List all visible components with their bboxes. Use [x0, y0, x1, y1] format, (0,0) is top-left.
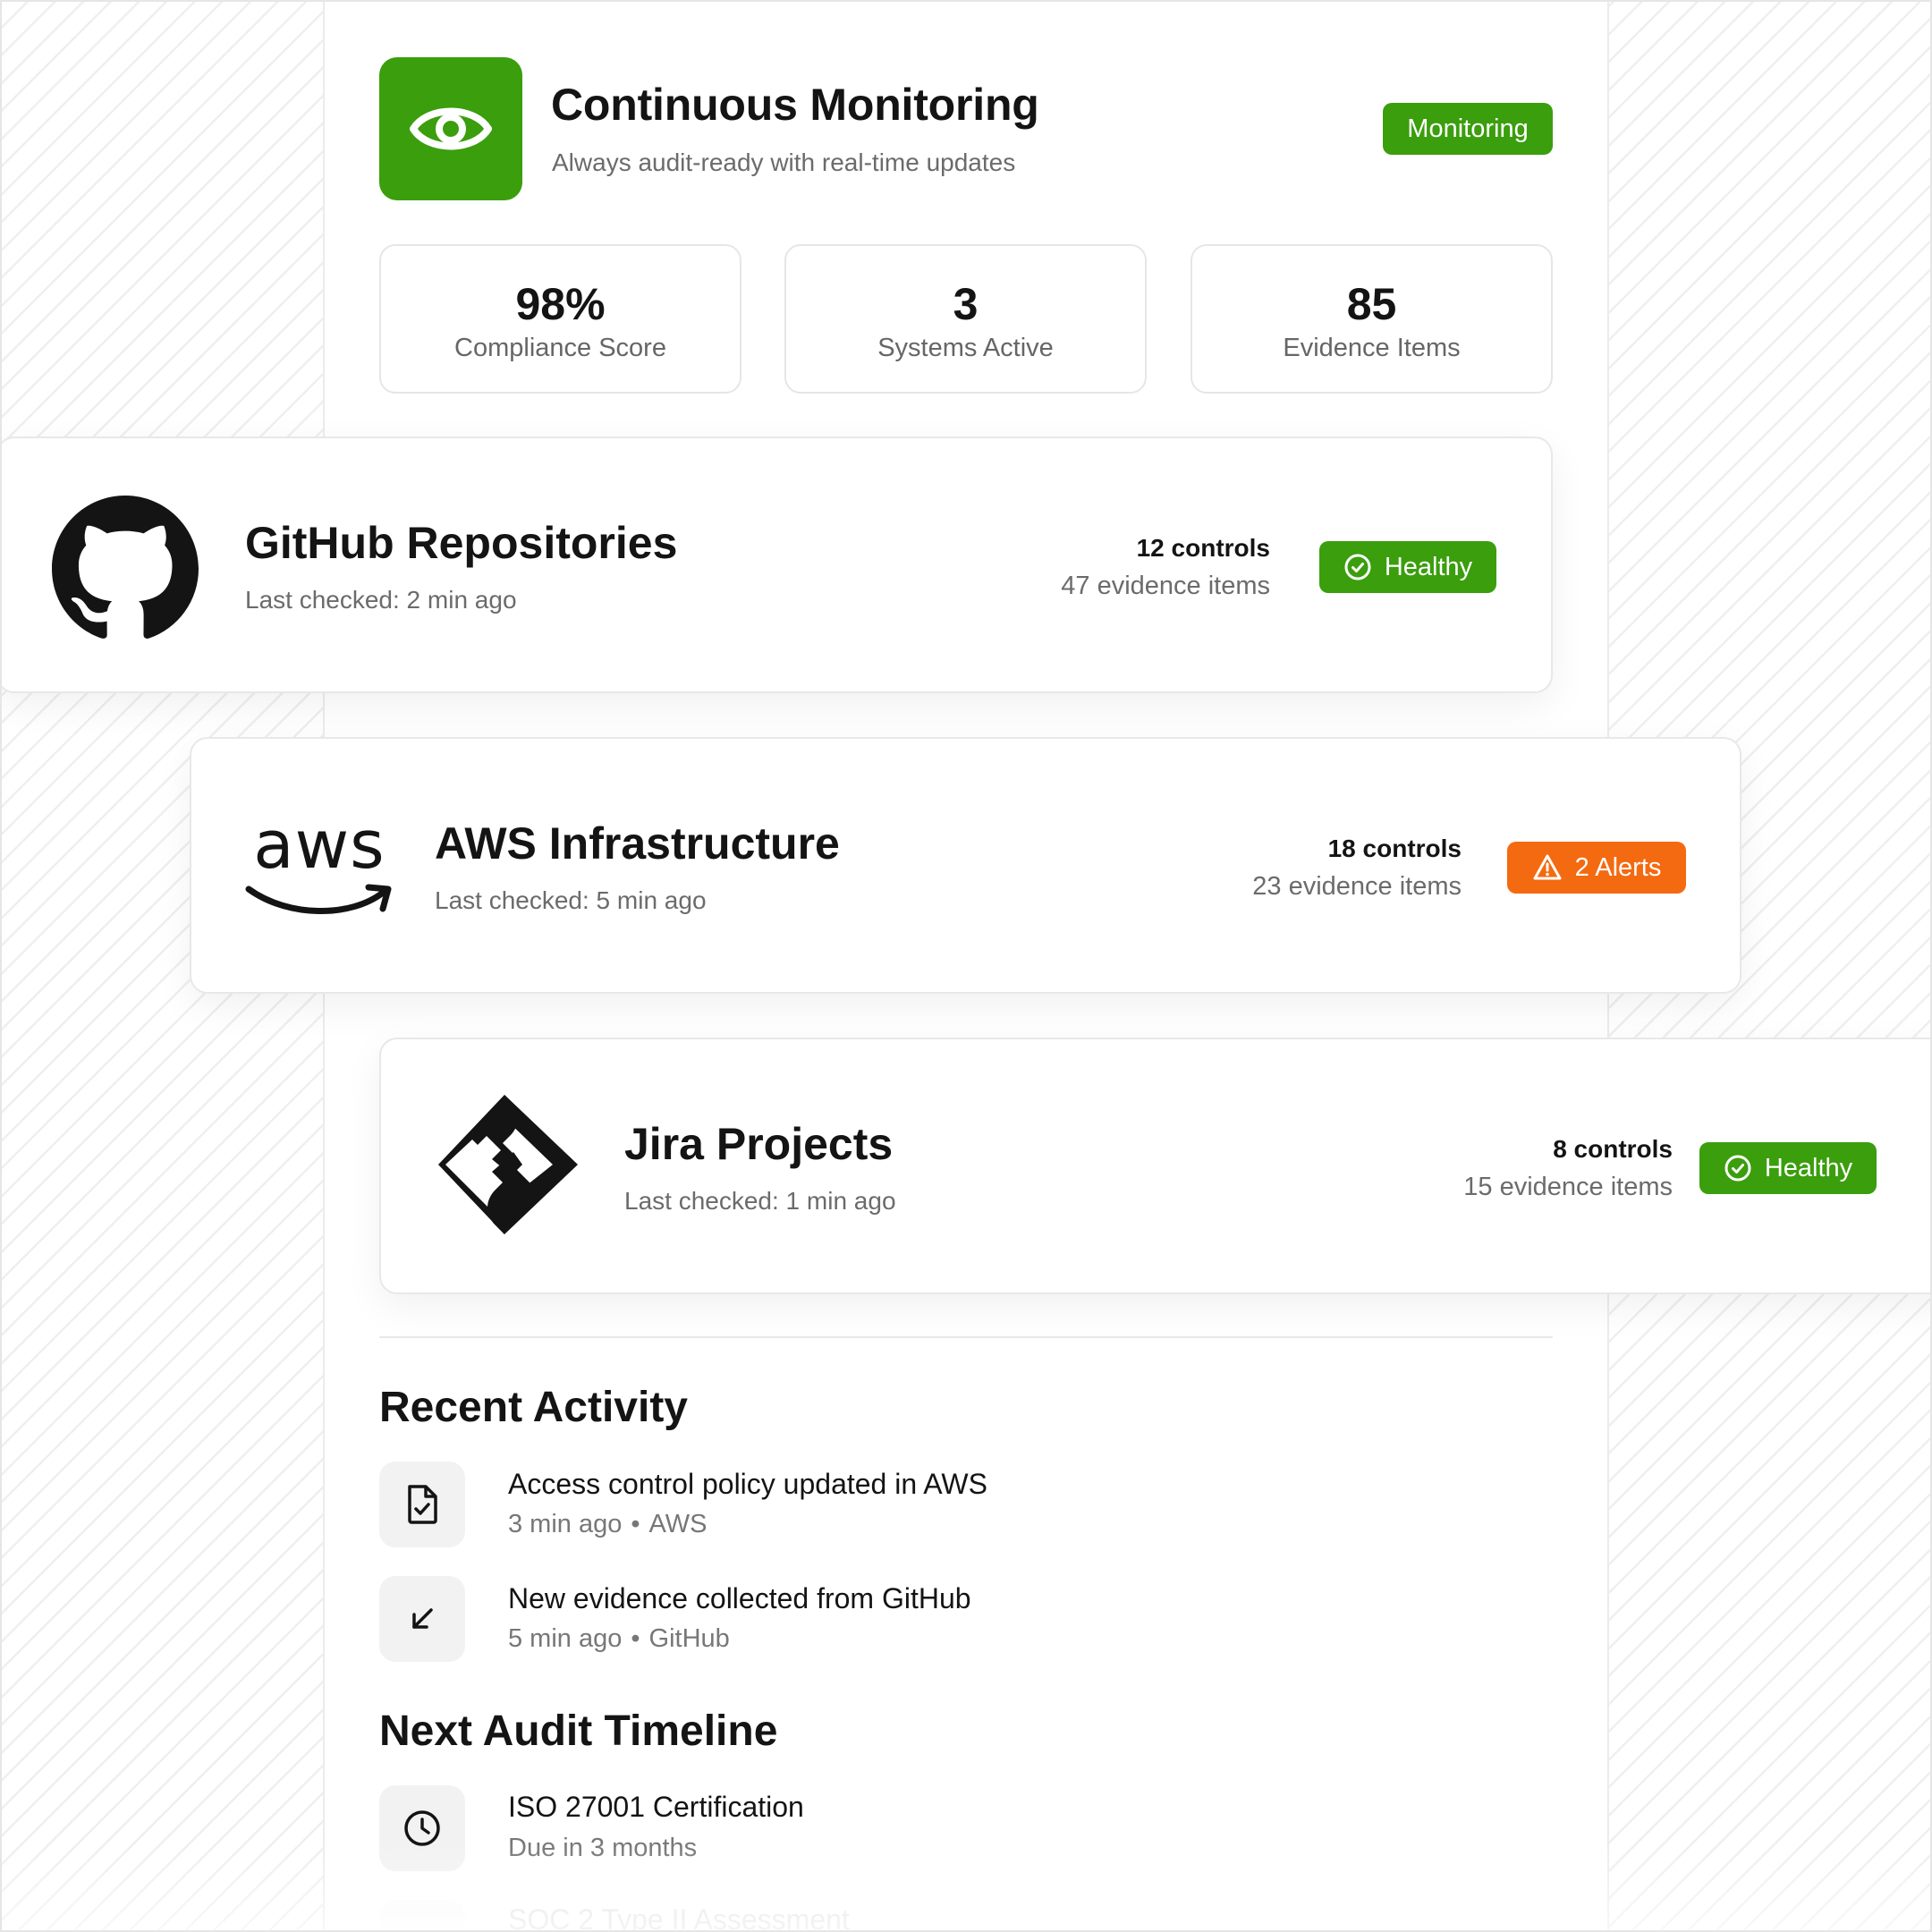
stat-value: 3 [953, 279, 979, 329]
activity-title: Access control policy updated in AWS [508, 1468, 987, 1500]
aws-logo-icon: aws [243, 812, 395, 919]
check-circle-icon [1344, 554, 1371, 580]
stat-card-systems: 3 Systems Active [784, 244, 1147, 394]
stat-value: 85 [1346, 279, 1397, 329]
status-label: 2 Alerts [1574, 852, 1662, 882]
activity-time: 5 min ago [508, 1624, 623, 1653]
warning-triangle-icon [1533, 854, 1562, 880]
page-title: Continuous Monitoring [551, 80, 1039, 130]
activity-meta: 3 min ago • AWS [508, 1510, 708, 1538]
audit-item-icon [379, 1900, 465, 1932]
github-logo-icon [52, 496, 199, 642]
controls-count: 12 controls [1136, 534, 1270, 562]
status-badge-healthy: Healthy [1319, 541, 1496, 593]
status-label: Healthy [1764, 1153, 1853, 1182]
audit-item-title: ISO 27001 Certification [508, 1791, 804, 1823]
audit-item-due: Due in 3 months [508, 1834, 698, 1862]
monitoring-badge: Monitoring [1383, 103, 1553, 155]
system-last-checked: Last checked: 5 min ago [435, 886, 707, 914]
system-metrics: 8 controls 15 evidence items [1463, 1131, 1673, 1206]
recent-activity-title: Recent Activity [379, 1384, 688, 1431]
activity-time: 3 min ago [508, 1510, 623, 1538]
jira-logo-icon [438, 1091, 585, 1238]
status-badge-healthy: Healthy [1699, 1142, 1877, 1194]
page-subtitle: Always audit-ready with real-time update… [552, 148, 1016, 176]
stat-label: Evidence Items [1283, 334, 1461, 362]
evidence-count: 23 evidence items [1252, 872, 1462, 901]
aws-logo-text: aws [253, 807, 386, 884]
audit-timeline-title: Next Audit Timeline [379, 1707, 778, 1755]
status-label: Healthy [1384, 552, 1473, 581]
evidence-count: 47 evidence items [1061, 572, 1270, 600]
controls-count: 18 controls [1327, 835, 1462, 862]
audit-item-title: SOC 2 Type II Assessment [508, 1903, 850, 1932]
section-divider [379, 1336, 1553, 1338]
clock-icon [379, 1785, 465, 1871]
system-name: Jira Projects [624, 1119, 894, 1169]
system-metrics: 18 controls 23 evidence items [1252, 830, 1462, 905]
stat-card-evidence: 85 Evidence Items [1191, 244, 1553, 394]
stat-value: 98% [515, 279, 606, 329]
activity-meta: 5 min ago • GitHub [508, 1624, 730, 1653]
system-last-checked: Last checked: 2 min ago [245, 586, 517, 614]
evidence-count: 15 evidence items [1463, 1173, 1673, 1201]
activity-source: AWS [648, 1510, 708, 1538]
controls-count: 8 controls [1553, 1135, 1673, 1163]
arrow-down-left-icon [379, 1576, 465, 1662]
system-card-github[interactable]: GitHub Repositories Last checked: 2 min … [0, 436, 1553, 693]
system-last-checked: Last checked: 1 min ago [624, 1187, 896, 1215]
eye-icon [379, 57, 522, 200]
system-name: AWS Infrastructure [435, 818, 840, 869]
system-card-jira[interactable]: Jira Projects Last checked: 1 min ago 8 … [379, 1038, 1932, 1294]
system-name: GitHub Repositories [245, 518, 678, 568]
system-card-aws[interactable]: aws AWS Infrastructure Last checked: 5 m… [190, 737, 1741, 994]
stat-card-compliance: 98% Compliance Score [379, 244, 741, 394]
system-metrics: 12 controls 47 evidence items [1061, 530, 1270, 605]
activity-source: GitHub [648, 1624, 730, 1653]
activity-title: New evidence collected from GitHub [508, 1582, 971, 1614]
file-check-icon [379, 1462, 465, 1547]
stat-label: Systems Active [877, 334, 1054, 362]
status-badge-alerts: 2 Alerts [1507, 842, 1686, 894]
check-circle-icon [1724, 1155, 1751, 1182]
stat-label: Compliance Score [454, 334, 666, 362]
